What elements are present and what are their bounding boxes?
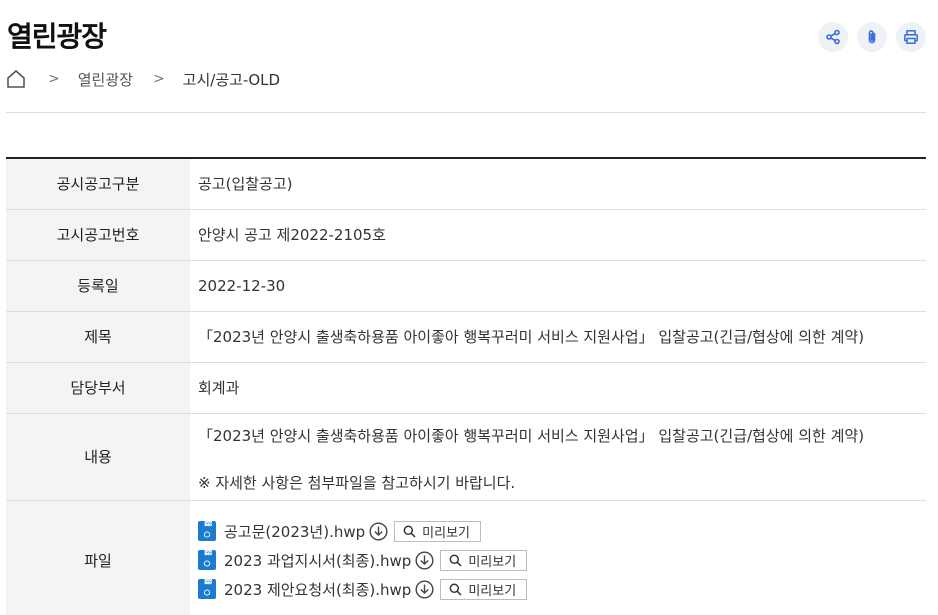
- attachment-button[interactable]: [857, 22, 887, 52]
- chevron-right-icon: >: [48, 71, 60, 87]
- chevron-right-icon: >: [152, 71, 165, 87]
- table-row: 제목 「2023년 안양시 출생축하용품 아이좋아 행복꾸러미 서비스 지원사업…: [6, 311, 926, 363]
- share-button[interactable]: [818, 22, 848, 52]
- notice-detail-table: 공시공고구분 공고(입찰공고) 고시공고번호 안양시 공고 제2022-2105…: [6, 157, 926, 615]
- table-row: 고시공고번호 안양시 공고 제2022-2105호: [6, 209, 926, 261]
- hwp-file-icon: ᢆ: [198, 579, 216, 599]
- row-value: 2022-12-30: [190, 260, 926, 312]
- file-link[interactable]: 2023 과업지시서(최종).hwp: [224, 550, 411, 571]
- row-label: 등록일: [6, 260, 190, 312]
- download-icon[interactable]: [415, 579, 435, 599]
- page-title: 열린광장: [7, 20, 107, 53]
- breadcrumb: > 열린광장 > 고시/공고-OLD: [6, 66, 280, 92]
- row-label: 담당부서: [6, 362, 190, 414]
- row-value: 「2023년 안양시 출생축하용품 아이좋아 행복꾸러미 서비스 지원사업」 입…: [190, 311, 926, 363]
- breadcrumb-item[interactable]: 열린광장: [78, 69, 133, 90]
- download-icon[interactable]: [369, 521, 389, 541]
- search-icon: [403, 525, 416, 538]
- search-icon: [449, 554, 462, 567]
- file-item: ᢆ 2023 과업지시서(최종).hwp 미리보기: [198, 546, 918, 575]
- download-icon[interactable]: [415, 550, 435, 570]
- home-link[interactable]: [6, 68, 28, 90]
- file-item: ᢆ 공고문(2023년).hwp 미리보기: [198, 517, 918, 546]
- table-row: 등록일 2022-12-30: [6, 260, 926, 312]
- hwp-file-icon: ᢆ: [198, 521, 216, 541]
- share-icon: [826, 29, 840, 45]
- preview-label: 미리보기: [468, 583, 517, 599]
- paperclip-icon: [868, 30, 876, 44]
- row-label: 내용: [6, 413, 190, 501]
- file-list: ᢆ 공고문(2023년).hwp 미리보기 ᢆ 2023 과업지시서(최종).h…: [190, 500, 926, 615]
- preview-button[interactable]: 미리보기: [394, 520, 481, 542]
- row-value: 공고(입찰공고): [190, 158, 926, 210]
- divider: [6, 112, 926, 113]
- content-note: ※ 자세한 사항은 첨부파일을 참고하시기 바랍니다.: [198, 473, 516, 492]
- content-cell: 「2023년 안양시 출생축하용품 아이좋아 행복꾸러미 서비스 지원사업」 입…: [190, 413, 926, 501]
- hwp-file-icon: ᢆ: [198, 550, 216, 570]
- row-label: 제목: [6, 311, 190, 363]
- table-row-files: 파일 ᢆ 공고문(2023년).hwp 미리보기 ᢆ 2023 과업지시서(최종…: [6, 500, 926, 615]
- search-icon: [449, 583, 462, 596]
- row-label: 파일: [6, 500, 190, 615]
- preview-button[interactable]: 미리보기: [440, 549, 528, 571]
- table-row-content: 내용 「2023년 안양시 출생축하용품 아이좋아 행복꾸러미 서비스 지원사업…: [6, 413, 926, 501]
- file-link[interactable]: 2023 제안요청서(최종).hwp: [224, 579, 411, 600]
- file-item: ᢆ 2023 제안요청서(최종).hwp 미리보기: [198, 575, 918, 604]
- row-value: 안양시 공고 제2022-2105호: [190, 209, 926, 261]
- table-row: 담당부서 회계과: [6, 362, 926, 414]
- row-value: 회계과: [190, 362, 926, 414]
- print-button[interactable]: [896, 22, 926, 52]
- preview-button[interactable]: 미리보기: [440, 578, 528, 600]
- breadcrumb-item-current[interactable]: 고시/공고-OLD: [183, 69, 280, 90]
- print-icon: [904, 30, 918, 44]
- table-row: 공시공고구분 공고(입찰공고): [6, 158, 926, 210]
- row-label: 고시공고번호: [6, 209, 190, 261]
- home-icon: [7, 69, 25, 88]
- file-link[interactable]: 공고문(2023년).hwp: [224, 521, 365, 542]
- row-label: 공시공고구분: [6, 158, 190, 210]
- preview-label: 미리보기: [422, 525, 470, 541]
- action-buttons: [818, 22, 926, 52]
- preview-label: 미리보기: [468, 554, 517, 570]
- content-text: 「2023년 안양시 출생축하용품 아이좋아 행복꾸러미 서비스 지원사업」 입…: [198, 426, 865, 445]
